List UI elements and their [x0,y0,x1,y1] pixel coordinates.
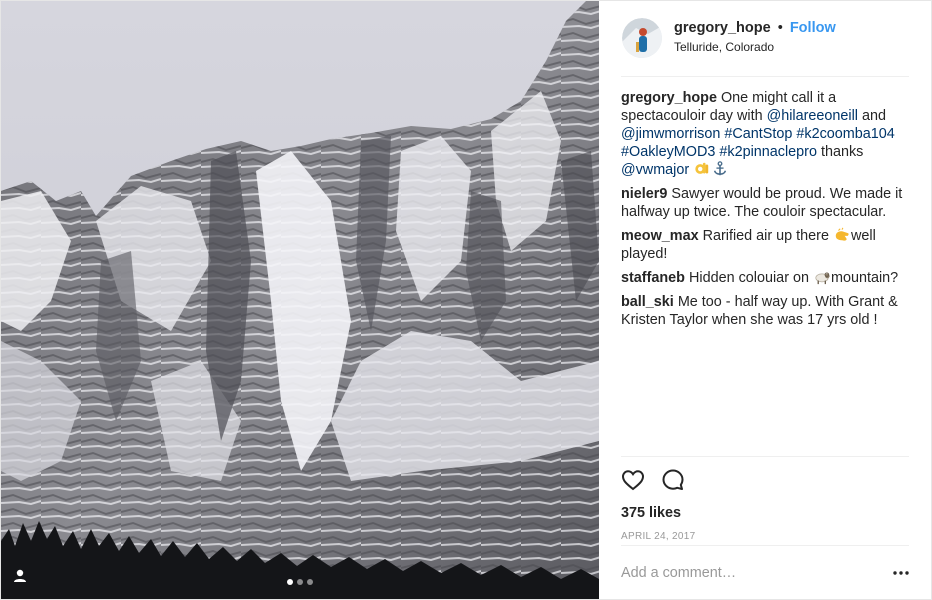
mention-link[interactable]: @vwmajor [621,162,689,178]
carousel-dot [297,579,303,585]
post-author-username[interactable]: gregory_hope [674,20,771,36]
post-actions: 375 likes APRIL 24, 2017 [621,456,909,544]
comment-author[interactable]: ball_ski [621,294,674,310]
hashtag-link[interactable]: #k2coomba104 [796,126,894,142]
avatar[interactable] [622,17,662,58]
mention-link[interactable]: @jimwmorrison [621,126,720,142]
caption-text: thanks [816,144,864,160]
follow-button[interactable]: Follow [790,20,836,36]
add-comment-bar: Add a comment… [621,545,909,600]
comment: staffaneb Hidden colouiar on mountain? [621,269,909,287]
comment-author[interactable]: meow_max [621,228,699,244]
post-photo[interactable] [1,1,599,599]
comment: nieler9 Sawyer would be proud. We made it… [621,185,909,221]
caption: gregory_hope One might call it a spectaco… [621,89,909,179]
ok-hand-emoji-icon [695,162,709,174]
user-tag-icon[interactable] [11,567,29,585]
post-header: gregory_hope • Follow Telluride, Colorad… [621,1,909,77]
comment-author[interactable]: staffaneb [621,270,685,286]
mention-link[interactable]: @hilareeoneill [767,108,858,124]
comment-text: Hidden colouiar on [688,270,813,286]
post-date[interactable]: APRIL 24, 2017 [621,531,909,542]
hashtag-link[interactable]: #OakleyMOD3 [621,144,715,160]
comment-text: Rarified air up there [702,228,833,244]
caption-author[interactable]: gregory_hope [621,90,717,106]
mountain-photo [1,1,599,599]
hashtag-link[interactable]: #CantStop [724,126,792,142]
instagram-post: gregory_hope • Follow Telluride, Colorad… [0,0,932,600]
like-count[interactable]: 375 likes [621,505,909,521]
more-options-icon[interactable] [893,571,909,575]
comment: meow_max Rarified air up there well playe… [621,227,909,263]
ram-emoji-icon [815,272,830,285]
header-separator: • [777,20,783,36]
comment-icon[interactable] [661,468,685,492]
post-location[interactable]: Telluride, Colorado [674,38,836,56]
heart-icon[interactable] [621,468,645,492]
comment: ball_ski Me too - half way up. With Grant… [621,293,909,329]
carousel-indicator [287,579,313,585]
hashtag-link[interactable]: #k2pinnaclepro [719,144,817,160]
carousel-dot-active [287,579,293,585]
anchor-emoji-icon [714,161,727,176]
caption-text: and [858,108,887,124]
clapping-hands-emoji-icon [835,227,849,241]
comment-text: mountain? [830,270,899,286]
carousel-dot [307,579,313,585]
comment-author[interactable]: nieler9 [621,186,667,202]
post-sidebar: gregory_hope • Follow Telluride, Colorad… [599,1,931,599]
add-comment-input[interactable]: Add a comment… [621,565,736,581]
